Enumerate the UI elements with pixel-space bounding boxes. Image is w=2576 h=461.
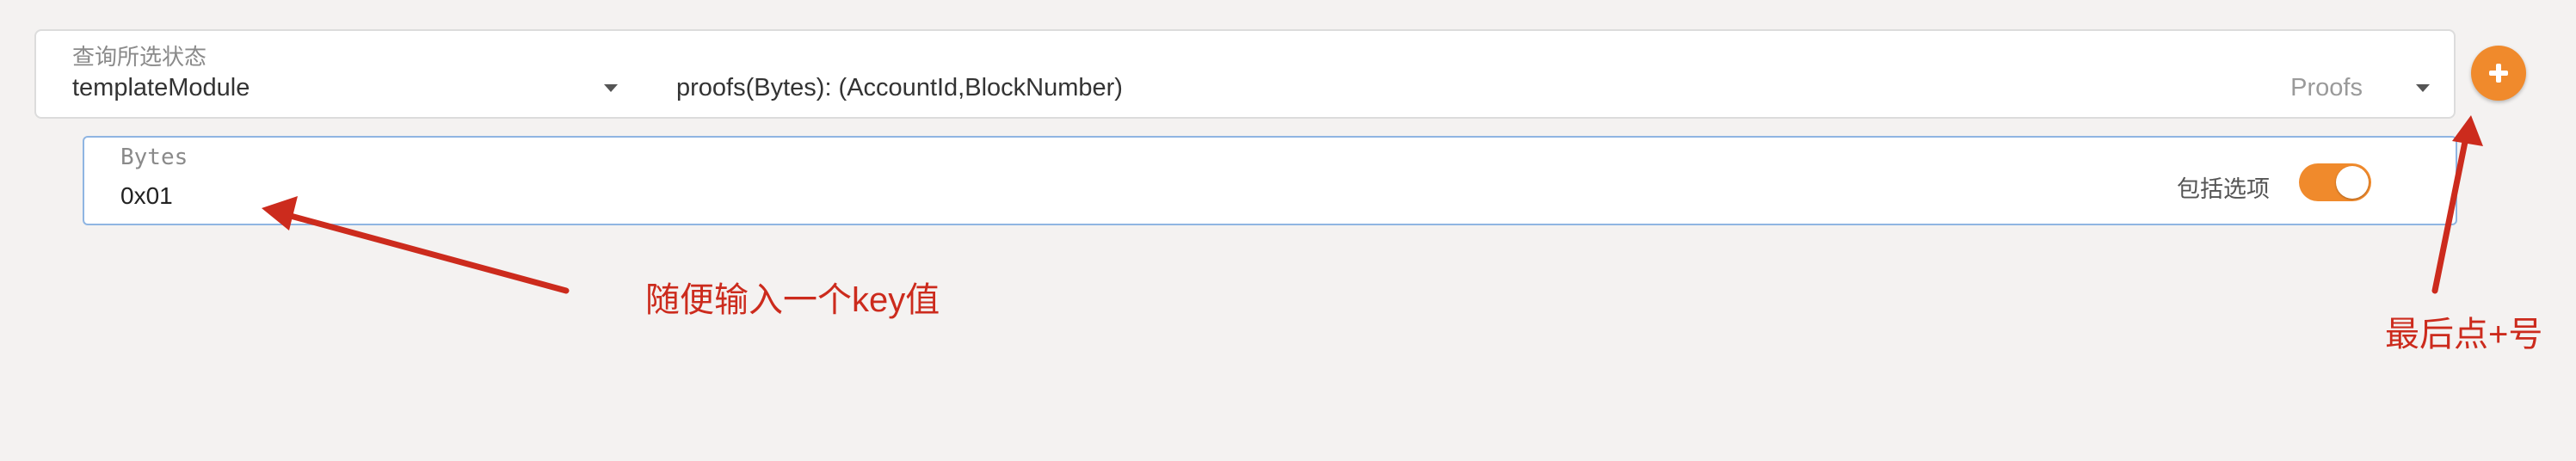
bytes-input[interactable]: 0x01 xyxy=(120,182,173,210)
app-canvas: 查询所选状态 templateModule proofs(Bytes): (Ac… xyxy=(0,0,2576,461)
method-doc-label: Proofs xyxy=(2290,74,2363,101)
include-option-toggle[interactable] xyxy=(2299,163,2371,201)
method-select[interactable]: proofs(Bytes): (AccountId,BlockNumber) xyxy=(676,74,1123,102)
caret-down-icon[interactable] xyxy=(2416,84,2430,92)
module-select[interactable]: templateModule xyxy=(72,74,250,102)
final-hint-annotation: 最后点+号 xyxy=(2385,316,2543,353)
query-label: 查询所选状态 xyxy=(72,44,207,70)
storage-query-card: 查询所选状态 templateModule proofs(Bytes): (Ac… xyxy=(34,29,2456,119)
caret-down-icon[interactable] xyxy=(604,84,618,92)
param-label: Bytes xyxy=(120,144,188,170)
input-hint-annotation: 随便输入一个key值 xyxy=(645,281,940,319)
include-option-label: 包括选项 xyxy=(2177,176,2270,202)
plus-icon xyxy=(2489,64,2508,83)
arrow-to-input xyxy=(284,212,570,294)
add-query-button[interactable] xyxy=(2471,46,2526,101)
param-input-card: Bytes 0x01 包括选项 xyxy=(83,136,2457,225)
toggle-knob xyxy=(2336,166,2369,199)
